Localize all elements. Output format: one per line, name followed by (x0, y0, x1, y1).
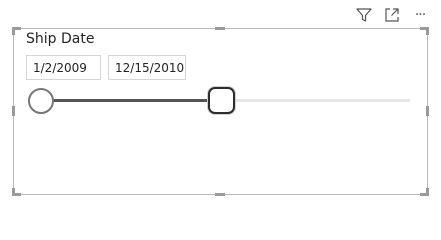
resize-handle-bottom[interactable] (215, 193, 225, 196)
resize-handle-right[interactable] (426, 106, 429, 116)
resize-handle-left[interactable] (12, 106, 15, 116)
slicer-title: Ship Date (26, 31, 95, 47)
range-slider-selected-range (40, 99, 222, 102)
end-date-input[interactable]: 12/15/2010 (108, 55, 186, 80)
more-options-icon[interactable]: ··· (411, 6, 429, 24)
resize-handle-bottom-right-v[interactable] (426, 188, 429, 196)
filter-icon[interactable] (355, 6, 373, 24)
range-slider-start-thumb[interactable] (28, 88, 54, 114)
resize-handle-top[interactable] (215, 27, 225, 30)
resize-handle-top-left-v[interactable] (12, 27, 15, 35)
visual-header-toolbar: ··· (355, 6, 429, 24)
resize-handle-bottom-left-v[interactable] (12, 188, 15, 196)
range-slider-end-thumb[interactable] (207, 87, 235, 114)
start-date-input[interactable]: 1/2/2009 (26, 55, 101, 80)
focus-mode-icon[interactable] (383, 6, 401, 24)
resize-handle-top-right-v[interactable] (426, 27, 429, 35)
